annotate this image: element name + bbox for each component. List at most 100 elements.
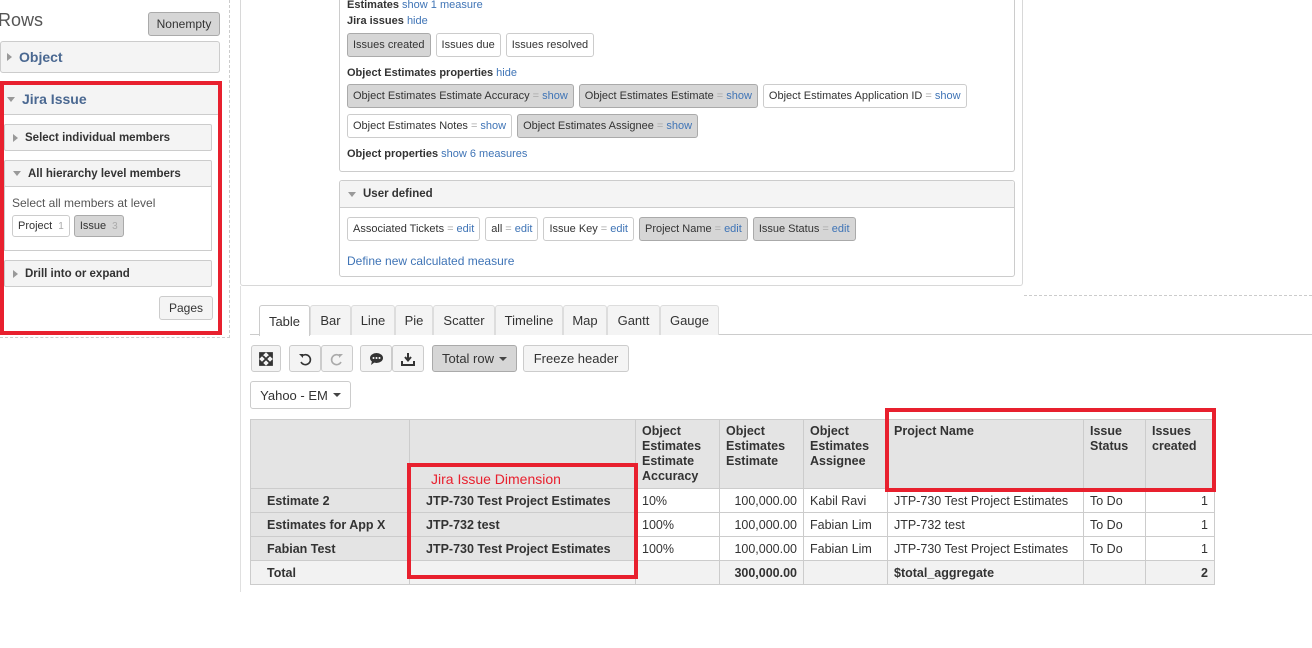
- object-dimension-label: Object: [19, 49, 63, 65]
- table-cell: JTP-730 Test Project Estimates: [887, 536, 1084, 561]
- column-header[interactable]: Object Estimates Estimate Accuracy: [635, 419, 720, 489]
- caret-down-icon: [499, 356, 508, 361]
- measure-chip-issues-due[interactable]: Issues due: [435, 33, 501, 57]
- table-cell: Fabian Lim: [803, 536, 888, 561]
- comments-button[interactable]: [360, 345, 392, 372]
- total-cell: [803, 560, 888, 585]
- table-cell: 100%: [635, 512, 720, 537]
- measure-chip-project-name[interactable]: Project Name = edit: [638, 217, 748, 241]
- measure-chip-all[interactable]: all = edit: [485, 217, 539, 241]
- measure-chip-notes[interactable]: Object Estimates Notes = show: [347, 114, 513, 138]
- tab-line[interactable]: Line: [351, 305, 395, 335]
- tab-table[interactable]: Table: [259, 305, 310, 336]
- chip-label: Object Estimates Estimate: [584, 90, 714, 102]
- total-cell: $total_aggregate: [887, 560, 1084, 585]
- measure-chip-associated-tickets[interactable]: Associated Tickets = edit: [347, 217, 481, 241]
- caret-down-icon: [348, 191, 356, 197]
- chip-edit-link[interactable]: edit: [515, 223, 533, 235]
- tab-gauge[interactable]: Gauge: [660, 305, 719, 335]
- user-defined-label: User defined: [363, 188, 433, 200]
- measure-chip-issues-created[interactable]: Issues created: [347, 33, 431, 57]
- chip-show-link[interactable]: show: [726, 90, 752, 102]
- measure-chip-application-id[interactable]: Object Estimates Application ID = show: [762, 84, 967, 108]
- jira-issues-label: Jira issues: [347, 15, 404, 27]
- freeze-header-button[interactable]: Freeze header: [523, 345, 629, 372]
- table-cell: 100,000.00: [719, 536, 804, 561]
- tab-timeline[interactable]: Timeline: [495, 305, 563, 335]
- table-cell: JTP-730 Test Project Estimates: [887, 488, 1084, 513]
- tab-pie[interactable]: Pie: [395, 305, 433, 335]
- measure-chip-issues-resolved[interactable]: Issues resolved: [505, 33, 595, 57]
- measure-chip-issue-key[interactable]: Issue Key = edit: [543, 217, 634, 241]
- chip-label: all: [491, 223, 503, 235]
- nonempty-button[interactable]: Nonempty: [148, 12, 220, 36]
- chip-show-link[interactable]: show: [542, 90, 568, 102]
- jira-issues-hide-link[interactable]: hide: [407, 15, 428, 27]
- chip-edit-link[interactable]: edit: [610, 223, 628, 235]
- chip-eq: =: [822, 223, 829, 235]
- export-button[interactable]: [392, 345, 424, 372]
- chip-show-link[interactable]: show: [666, 120, 692, 132]
- undo-button[interactable]: [289, 345, 321, 372]
- row-header-object[interactable]: Fabian Test: [250, 536, 410, 561]
- chip-show-link[interactable]: show: [480, 120, 506, 132]
- row-header-object[interactable]: Estimates for App X: [250, 512, 410, 537]
- row-header-object[interactable]: Estimate 2: [250, 488, 410, 513]
- table-cell: 100,000.00: [719, 512, 804, 537]
- object-estimates-props-label: Object Estimates properties: [347, 67, 494, 79]
- table-cell: JTP-732 test: [887, 512, 1084, 537]
- table-row: Fabian Test JTP-730 Test Project Estimat…: [250, 536, 1215, 561]
- object-dimension-header[interactable]: Object: [0, 41, 220, 73]
- total-row-dropdown[interactable]: Total row: [432, 345, 517, 372]
- table-cell: 1: [1145, 512, 1215, 537]
- divider: [1024, 295, 1312, 296]
- measure-chip-assignee[interactable]: Object Estimates Assignee = show: [517, 114, 699, 138]
- tab-gantt[interactable]: Gantt: [607, 305, 660, 335]
- download-icon: [401, 352, 415, 366]
- object-properties-label: Object properties: [347, 148, 439, 160]
- estimates-group: Estimates show 1 measure: [347, 0, 483, 11]
- define-calculated-measure-link[interactable]: Define new calculated measure: [347, 254, 514, 268]
- chip-label: Issue Key: [549, 223, 598, 235]
- chip-label: Object Estimates Application ID: [768, 90, 923, 102]
- tab-map[interactable]: Map: [563, 305, 607, 335]
- table-row: Estimates for App X JTP-732 test 100% 10…: [250, 512, 1215, 537]
- annotation-label: Jira Issue Dimension: [431, 471, 561, 487]
- redo-button[interactable]: [321, 345, 353, 372]
- chip-eq: =: [716, 90, 724, 102]
- chip-show-link[interactable]: show: [935, 90, 961, 102]
- chip-eq: =: [600, 223, 608, 235]
- chip-label: Project Name: [644, 223, 712, 235]
- table-row: Estimate 2 JTP-730 Test Project Estimate…: [250, 488, 1215, 513]
- fullscreen-button[interactable]: [251, 345, 281, 372]
- chip-label: Object Estimates Estimate Accuracy: [353, 90, 530, 102]
- table-cell: 100%: [635, 536, 720, 561]
- object-estimates-props-group: Object Estimates properties hide: [347, 67, 517, 79]
- table-cell: Kabil Ravi: [803, 488, 888, 513]
- chip-label: Object Estimates Notes: [353, 120, 468, 132]
- chip-eq: =: [714, 223, 722, 235]
- view-dropdown[interactable]: Yahoo - EM: [250, 381, 351, 409]
- chip-eq: =: [447, 223, 454, 235]
- object-properties-show-link[interactable]: show 6 measures: [441, 148, 527, 160]
- column-header[interactable]: Object Estimates Assignee: [803, 419, 888, 489]
- caret-down-icon: [332, 393, 341, 397]
- tab-bar[interactable]: Bar: [310, 305, 351, 335]
- tab-scatter[interactable]: Scatter: [433, 305, 495, 335]
- chip-label: Associated Tickets: [353, 223, 445, 235]
- table-cell: To Do: [1083, 488, 1146, 513]
- table-cell: To Do: [1083, 536, 1146, 561]
- measure-chip-estimate-accuracy[interactable]: Object Estimates Estimate Accuracy = show: [347, 84, 574, 108]
- user-defined-header[interactable]: User defined: [340, 181, 1014, 208]
- measure-chip-issue-status[interactable]: Issue Status = edit: [752, 217, 856, 241]
- object-estimates-props-hide-link[interactable]: hide: [496, 67, 517, 79]
- user-defined-chips: Associated Tickets = edit all = edit Issue K…: [347, 217, 856, 241]
- measure-chip-estimate[interactable]: Object Estimates Estimate = show: [578, 84, 758, 108]
- chip-edit-link[interactable]: edit: [724, 223, 742, 235]
- chip-edit-link[interactable]: edit: [832, 223, 850, 235]
- chip-edit-link[interactable]: edit: [457, 223, 475, 235]
- total-row-label: Total row: [441, 351, 495, 366]
- estimates-show-link[interactable]: show 1 measure: [402, 0, 483, 11]
- chip-eq: =: [532, 90, 540, 102]
- column-header[interactable]: Object Estimates Estimate: [719, 419, 804, 489]
